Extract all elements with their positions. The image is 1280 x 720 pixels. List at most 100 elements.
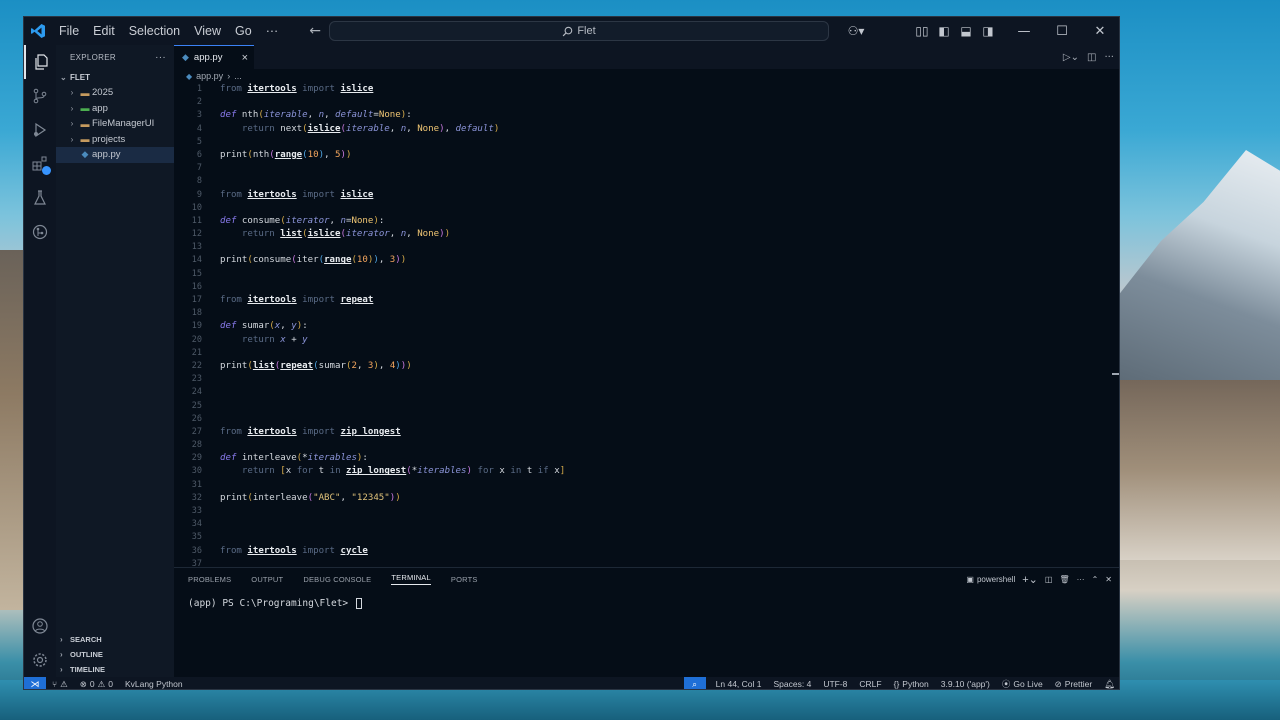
code-line[interactable]: 15	[174, 268, 1114, 281]
code-line[interactable]: 33	[174, 505, 1114, 518]
code-text[interactable]: return [x for t in zip_longest(*iterable…	[202, 465, 565, 478]
extensions-icon[interactable]	[24, 147, 56, 181]
code-text[interactable]	[202, 162, 220, 175]
code-line[interactable]: 10	[174, 202, 1114, 215]
close-window-icon[interactable]: ✕	[1081, 17, 1119, 45]
tree-item-filemanagerui[interactable]: › ▬ FileManagerUI	[56, 116, 174, 132]
kill-terminal-icon[interactable]: 🗑	[1059, 575, 1069, 584]
indentation[interactable]: Spaces: 4	[768, 679, 818, 689]
code-text[interactable]	[202, 268, 220, 281]
tree-item-2025[interactable]: › ▬ 2025	[56, 85, 174, 101]
back-arrow-icon[interactable]: ←	[309, 23, 321, 39]
tab-ports[interactable]: PORTS	[451, 575, 478, 584]
code-line[interactable]: 28	[174, 439, 1114, 452]
code-line[interactable]: 19 def sumar(x, y):	[174, 320, 1114, 333]
code-text[interactable]	[202, 518, 220, 531]
code-line[interactable]: 1 from itertools import islice	[174, 83, 1114, 96]
menu-edit[interactable]: Edit	[86, 17, 122, 45]
code-text[interactable]	[202, 413, 220, 426]
code-line[interactable]: 30 return [x for t in zip_longest(*itera…	[174, 465, 1114, 478]
code-text[interactable]	[202, 96, 220, 109]
customize-layout-icon[interactable]: ▯▯	[911, 17, 933, 45]
code-text[interactable]: return x + y	[202, 334, 308, 347]
toggle-primary-sidebar-icon[interactable]: ◧	[933, 17, 955, 45]
panel-more-icon[interactable]: ···	[1077, 575, 1085, 584]
copilot-icon[interactable]: ⚇▾	[841, 17, 871, 45]
code-line[interactable]: 22 print(list(repeat(sumar(2, 3), 4)))	[174, 360, 1114, 373]
code-text[interactable]: print(consume(iter(range(10)), 3))	[202, 254, 406, 267]
cursor-position[interactable]: Ln 44, Col 1	[710, 679, 768, 689]
code-line[interactable]: 25	[174, 400, 1114, 413]
tab-app-py[interactable]: ◆ app.py ×	[174, 45, 254, 69]
toggle-panel-icon[interactable]: ⬓	[955, 17, 977, 45]
code-text[interactable]	[202, 347, 220, 360]
testing-icon[interactable]	[24, 181, 56, 215]
code-text[interactable]	[202, 400, 220, 413]
code-text[interactable]: return list(islice(iterator, n, None))	[202, 228, 450, 241]
code-line[interactable]: 16	[174, 281, 1114, 294]
code-editor[interactable]: 1 from itertools import islice 2 3 def nth(i…	[174, 83, 1114, 567]
code-line[interactable]: 29 def interleave(*iterables):	[174, 452, 1114, 465]
menu-go[interactable]: Go	[228, 17, 259, 45]
language-status[interactable]: KvLang Python	[119, 679, 189, 689]
code-line[interactable]: 11 def consume(iterator, n=None):	[174, 215, 1114, 228]
settings-gear-icon[interactable]	[24, 643, 56, 677]
run-file-icon[interactable]: ▷⌄	[1063, 52, 1079, 63]
split-terminal-icon[interactable]: ◫	[1045, 575, 1053, 584]
code-line[interactable]: 35	[174, 531, 1114, 544]
code-line[interactable]: 27 from itertools import zip_longest	[174, 426, 1114, 439]
gitlens-icon[interactable]	[24, 215, 56, 249]
tab-debug-console[interactable]: DEBUG CONSOLE	[303, 575, 371, 584]
section-outline[interactable]: › OUTLINE	[56, 647, 174, 662]
code-text[interactable]	[202, 386, 220, 399]
python-interpreter[interactable]: 3.9.10 ('app')	[935, 679, 996, 689]
code-text[interactable]: print(nth(range(10), 5))	[202, 149, 351, 162]
close-tab-icon[interactable]: ×	[242, 52, 248, 64]
close-panel-icon[interactable]: ✕	[1105, 575, 1112, 584]
code-text[interactable]: from itertools import repeat	[202, 294, 373, 307]
editor-more-icon[interactable]: ···	[1104, 52, 1114, 63]
code-text[interactable]	[202, 479, 220, 492]
code-line[interactable]: 3 def nth(iterable, n, default=None):	[174, 109, 1114, 122]
line-ending[interactable]: CRLF	[853, 679, 887, 689]
tree-item-projects[interactable]: › ▬ projects	[56, 132, 174, 148]
code-text[interactable]	[202, 439, 220, 452]
code-text[interactable]: def sumar(x, y):	[202, 320, 308, 333]
code-text[interactable]	[202, 505, 220, 518]
code-line[interactable]: 7	[174, 162, 1114, 175]
code-line[interactable]: 4 return next(islice(iterable, n, None),…	[174, 123, 1114, 136]
code-line[interactable]: 6 print(nth(range(10), 5))	[174, 149, 1114, 162]
encoding[interactable]: UTF-8	[817, 679, 853, 689]
code-text[interactable]	[202, 558, 220, 567]
code-line[interactable]: 31	[174, 479, 1114, 492]
code-line[interactable]: 36 from itertools import cycle	[174, 545, 1114, 558]
scrollbar-marker[interactable]	[1112, 373, 1119, 375]
code-text[interactable]: from itertools import zip_longest	[202, 426, 401, 439]
code-line[interactable]: 9 from itertools import islice	[174, 189, 1114, 202]
code-line[interactable]: 12 return list(islice(iterator, n, None)…	[174, 228, 1114, 241]
section-timeline[interactable]: › TIMELINE	[56, 662, 174, 677]
code-line[interactable]: 37	[174, 558, 1114, 567]
code-line[interactable]: 26	[174, 413, 1114, 426]
language-mode[interactable]: {} Python	[888, 679, 935, 689]
code-text[interactable]: def nth(iterable, n, default=None):	[202, 109, 412, 122]
code-line[interactable]: 5	[174, 136, 1114, 149]
code-line[interactable]: 24	[174, 386, 1114, 399]
explorer-icon[interactable]	[24, 45, 56, 79]
code-text[interactable]: from itertools import islice	[202, 83, 373, 96]
code-text[interactable]: def interleave(*iterables):	[202, 452, 368, 465]
menu-view[interactable]: View	[187, 17, 228, 45]
code-text[interactable]: return next(islice(iterable, n, None), d…	[202, 123, 499, 136]
account-icon[interactable]	[24, 609, 56, 643]
terminal-shell-label[interactable]: powershell	[977, 575, 1015, 584]
go-live-button[interactable]: ⦿ Go Live	[996, 678, 1049, 689]
code-line[interactable]: 32 print(interleave("ABC", "12345"))	[174, 492, 1114, 505]
section-search[interactable]: › SEARCH	[56, 632, 174, 647]
split-editor-icon[interactable]: ◫	[1087, 52, 1096, 63]
code-text[interactable]	[202, 531, 220, 544]
code-text[interactable]: from itertools import cycle	[202, 545, 368, 558]
code-line[interactable]: 8	[174, 175, 1114, 188]
minimize-icon[interactable]: —	[1005, 17, 1043, 45]
code-line[interactable]: 34	[174, 518, 1114, 531]
code-text[interactable]	[202, 373, 220, 386]
